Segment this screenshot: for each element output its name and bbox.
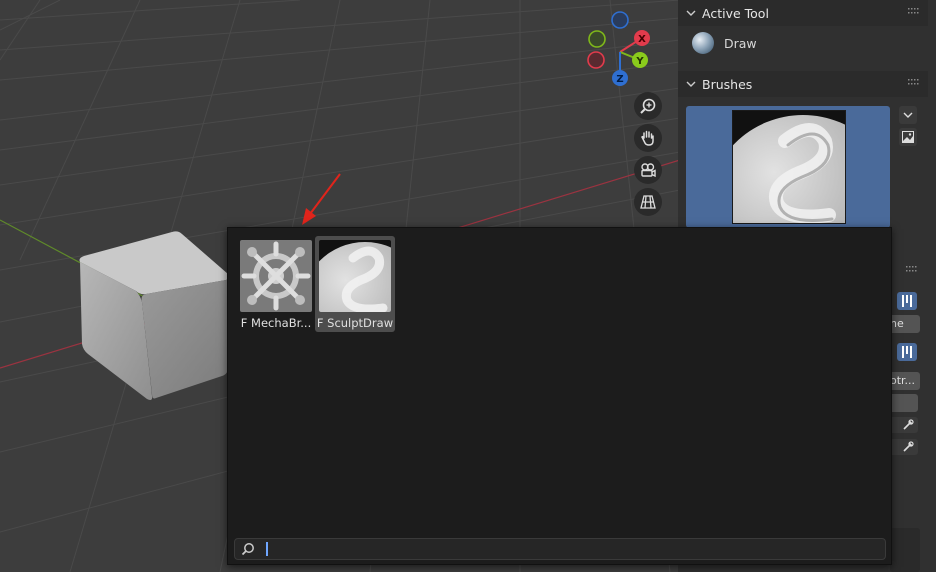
drag-grip-icon[interactable]	[908, 8, 920, 14]
field-fragment-3[interactable]	[888, 394, 918, 412]
camera-view-button[interactable]	[634, 156, 662, 184]
zoom-button[interactable]	[634, 92, 662, 120]
brush-item-label: F SculptDraw	[316, 316, 394, 330]
pan-button[interactable]	[634, 124, 662, 152]
active-tool-title: Active Tool	[702, 5, 769, 21]
chevron-down-icon	[903, 112, 913, 118]
sculpt-draw-icon	[319, 240, 391, 312]
annotation-arrow	[302, 173, 341, 225]
x-axis-label: X	[638, 34, 646, 45]
y-axis-label: Y	[635, 56, 644, 67]
field-fragment-2[interactable]: otr...	[888, 372, 920, 390]
eyedropper-icon	[903, 419, 914, 430]
brushes-title: Brushes	[702, 76, 753, 92]
brush-search-bar[interactable]	[234, 538, 886, 560]
pressure-icon	[902, 346, 912, 358]
image-icon	[902, 131, 914, 143]
brush-image-button[interactable]	[899, 128, 917, 146]
navigation-gizmo[interactable]: X Y Z	[582, 8, 662, 88]
search-input[interactable]	[261, 539, 871, 559]
field-fragment-4[interactable]	[888, 417, 918, 433]
brush-item-mecha[interactable]: F MechaBr...	[236, 236, 316, 332]
eyedropper-icon	[903, 441, 914, 452]
brushes-header[interactable]: Brushes	[678, 71, 928, 97]
active-tool-header[interactable]: Active Tool	[678, 0, 928, 26]
chevron-down-icon	[686, 10, 696, 16]
neg-x-axis-handle	[587, 51, 605, 69]
panel-fragment-bottom	[890, 528, 920, 572]
text-cursor	[266, 542, 268, 556]
search-icon	[241, 543, 254, 556]
hand-icon	[641, 130, 654, 146]
sculpt-draw-preview-icon	[733, 115, 845, 223]
field-fragment-5[interactable]	[888, 439, 918, 455]
z-axis-label: Z	[616, 74, 623, 85]
grid-icon	[640, 195, 656, 209]
neg-y-axis-handle	[588, 30, 606, 48]
default-cube[interactable]	[76, 228, 236, 404]
toggle-button-2[interactable]	[897, 343, 917, 361]
active-tool-name: Draw	[724, 35, 757, 51]
zoom-icon	[640, 98, 656, 114]
panel-grip-fragment	[890, 260, 926, 278]
draw-brush-icon	[692, 32, 714, 54]
brush-item-label: F MechaBr...	[240, 316, 312, 330]
active-tool-row[interactable]: Draw	[692, 32, 757, 54]
chevron-down-icon	[686, 81, 696, 87]
brush-item-sculptdraw[interactable]: F SculptDraw	[315, 236, 395, 332]
field-fragment-1[interactable]: he	[888, 315, 920, 333]
camera-icon	[641, 163, 656, 178]
perspective-toggle-button[interactable]	[634, 188, 662, 216]
neg-z-axis-handle	[611, 11, 629, 29]
pressure-icon	[902, 295, 912, 307]
brush-dropdown-button[interactable]	[899, 106, 917, 124]
toggle-button-1[interactable]	[897, 292, 917, 310]
brush-selector-popup[interactable]: F MechaBr... F SculptDraw	[227, 227, 892, 565]
drag-grip-icon[interactable]	[908, 79, 920, 85]
mecha-brush-icon	[240, 240, 312, 312]
drag-grip-icon	[906, 266, 917, 272]
brush-thumbnail	[732, 110, 846, 224]
